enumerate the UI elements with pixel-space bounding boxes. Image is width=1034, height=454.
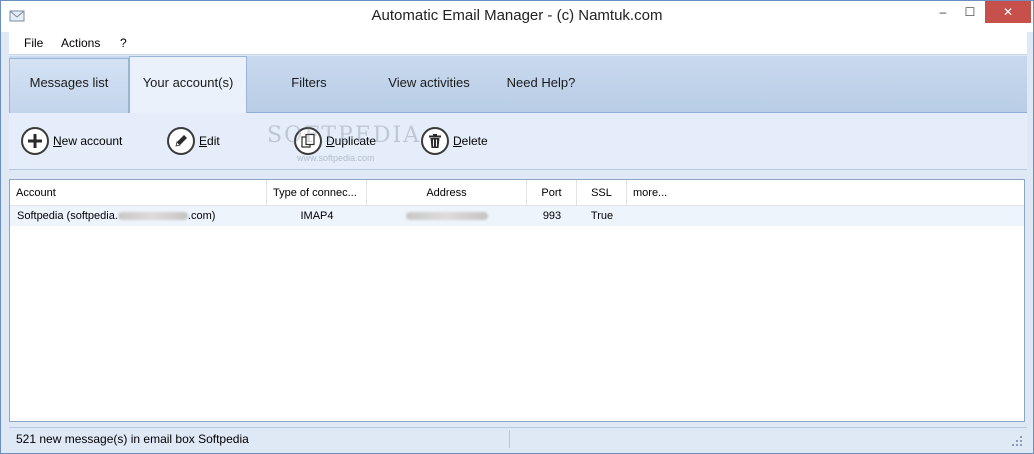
tab-strip: Messages list Your account(s) Filters Vi… — [9, 56, 1027, 114]
new-account-label: New account — [53, 134, 123, 148]
menu-file[interactable]: File — [24, 36, 43, 50]
status-message: 521 new message(s) in email box Softpedi… — [16, 432, 249, 446]
tab-filters[interactable]: Filters — [259, 75, 359, 90]
softpedia-watermark-url: www.softpedia.com — [297, 153, 375, 163]
menu-help[interactable]: ? — [120, 36, 127, 50]
column-header-ssl[interactable]: SSL — [577, 180, 627, 206]
column-header-port[interactable]: Port — [527, 180, 577, 206]
cell-port: 993 — [542, 210, 562, 222]
cell-account: Softpedia (softpedia. .com) — [17, 206, 267, 226]
column-header-more[interactable]: more... — [627, 180, 1024, 206]
tab-view-activities[interactable]: View activities — [379, 75, 479, 90]
list-header: Account Type of connec... Address Port S… — [10, 180, 1024, 206]
edit-label: Edit — [199, 134, 220, 148]
tab-messages-list[interactable]: Messages list — [9, 75, 129, 90]
delete-button[interactable]: Delete — [421, 126, 488, 156]
redacted-email — [117, 212, 188, 221]
minimize-button[interactable]: – — [931, 1, 955, 23]
softpedia-watermark: SOFTPEDIA — [267, 123, 422, 148]
cell-type: IMAP4 — [300, 210, 334, 222]
resize-grip-icon[interactable] — [1011, 435, 1023, 447]
table-row[interactable]: Softpedia (softpedia. .com) IMAP4 993 Tru… — [10, 206, 1024, 226]
column-header-type[interactable]: Type of connec... — [267, 180, 367, 206]
accounts-list[interactable]: Account Type of connec... Address Port S… — [9, 179, 1025, 422]
account-name-prefix: Softpedia (softpedia. — [17, 210, 118, 222]
edit-button[interactable]: Edit — [167, 126, 220, 156]
pencil-icon — [167, 127, 195, 155]
cell-address — [367, 206, 527, 226]
new-account-button[interactable]: New account — [21, 126, 122, 156]
menu-bar: File Actions ? — [9, 32, 1027, 55]
maximize-button[interactable]: ☐ — [958, 1, 982, 23]
redacted-address — [406, 212, 488, 221]
column-header-account[interactable]: Account — [10, 180, 267, 206]
toolbar: New account Edit Duplicate Delete SOFTPE… — [9, 113, 1027, 170]
cell-ssl: True — [590, 210, 614, 222]
tab-your-accounts[interactable]: Your account(s) — [129, 75, 247, 90]
trash-icon — [421, 127, 449, 155]
column-header-address[interactable]: Address — [367, 180, 527, 206]
status-bar: 521 new message(s) in email box Softpedi… — [9, 427, 1027, 449]
window-title: Automatic Email Manager - (c) Namtuk.com — [371, 7, 663, 24]
status-separator — [509, 430, 510, 448]
app-window: Automatic Email Manager - (c) Namtuk.com… — [0, 0, 1034, 454]
close-button[interactable]: ✕ — [985, 1, 1031, 23]
tab-need-help[interactable]: Need Help? — [491, 75, 591, 90]
plus-icon — [21, 127, 49, 155]
title-bar[interactable]: Automatic Email Manager - (c) Namtuk.com… — [1, 1, 1033, 32]
delete-label: Delete — [453, 134, 488, 148]
menu-actions[interactable]: Actions — [61, 36, 100, 50]
account-name-suffix: .com) — [187, 210, 216, 222]
